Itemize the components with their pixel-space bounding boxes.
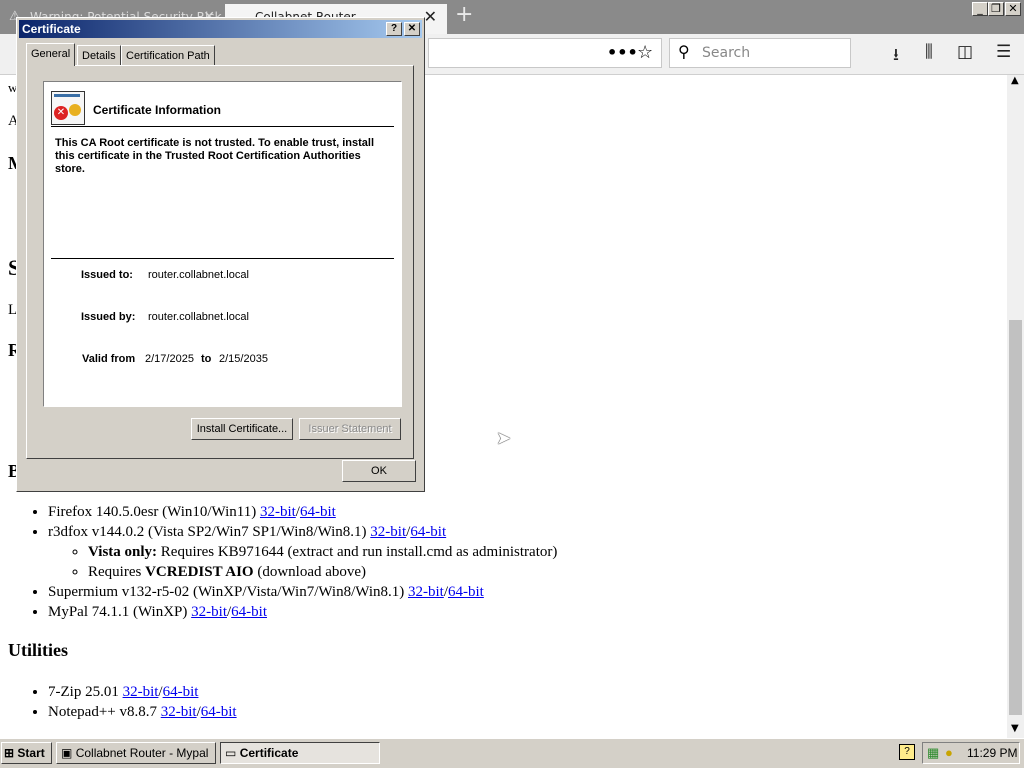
dialog-title-bar[interactable]: Certificate ? ✕ [19, 20, 422, 38]
download-32bit-link[interactable]: 32-bit [161, 704, 197, 720]
sidebar-icon[interactable]: ◫ [957, 42, 973, 62]
valid-from-label: Valid from [82, 353, 136, 365]
dialog-close-button[interactable]: ✕ [404, 22, 420, 36]
tab-general[interactable]: General [26, 43, 76, 66]
r3dfox-notes: Vista only: Requires KB971644 (extract a… [48, 542, 998, 582]
download-64bit-link[interactable]: 64-bit [163, 684, 199, 700]
utilities-list: 7-Zip 25.01 32-bit/64-bit Notepad++ v8.8… [8, 682, 998, 722]
taskbar-item-certificate[interactable]: ▭ Certificate [220, 742, 380, 764]
issued-to-value: router.collabnet.local [148, 269, 249, 281]
download-32bit-link[interactable]: 32-bit [370, 524, 406, 540]
valid-from-value: 2/17/2025 [145, 353, 194, 365]
scroll-down-icon[interactable]: ▼ [1011, 723, 1019, 734]
download-32bit-link[interactable]: 32-bit [191, 604, 227, 620]
scroll-thumb[interactable] [1009, 320, 1022, 715]
security-icon[interactable]: ● [945, 745, 953, 760]
search-input[interactable]: ⚲ Search [669, 38, 851, 68]
menu-icon[interactable]: ☰ [996, 42, 1011, 62]
close-icon[interactable]: ✕ [424, 4, 437, 30]
start-button[interactable]: ⊞ Start [1, 742, 52, 764]
download-32bit-link[interactable]: 32-bit [408, 584, 444, 600]
browser-icon: ▣ [61, 746, 73, 760]
list-item: Vista only: Requires KB971644 (extract a… [88, 542, 998, 562]
certificate-dialog: Certificate ? ✕ General Details Certific… [16, 17, 425, 492]
list-item: Notepad++ v8.8.7 32-bit/64-bit [48, 702, 998, 722]
new-tab-icon[interactable]: + [455, 2, 473, 27]
download-64bit-link[interactable]: 64-bit [201, 704, 237, 720]
install-certificate-button[interactable]: Install Certificate... [191, 418, 293, 440]
divider [51, 126, 394, 127]
page-scrollbar[interactable]: ▲ ▼ [1007, 75, 1024, 738]
download-icon[interactable]: ⭳ [893, 42, 899, 71]
download-64bit-link[interactable]: 64-bit [300, 504, 336, 520]
download-64bit-link[interactable]: 64-bit [448, 584, 484, 600]
windows-logo-icon: ⊞ [4, 746, 15, 760]
network-icon[interactable]: ▦ [927, 745, 939, 761]
list-item: 7-Zip 25.01 32-bit/64-bit [48, 682, 998, 702]
scroll-up-icon[interactable]: ▲ [1011, 75, 1019, 86]
address-bar[interactable]: ••• ☆ [428, 38, 662, 68]
list-item: Supermium v132-r5-02 (WinXP/Vista/Win7/W… [48, 582, 998, 602]
window-icon: ▭ [225, 746, 237, 760]
list-item: Firefox 140.5.0esr (Win10/Win11) 32-bit/… [48, 502, 998, 522]
certificate-info-title: Certificate Information [93, 103, 222, 117]
taskbar: ⊞ Start ▣ Collabnet Router - Mypal ▭ Cer… [0, 738, 1024, 768]
library-icon[interactable]: ⫼ [925, 42, 933, 62]
ok-button[interactable]: OK [342, 460, 416, 482]
utilities-heading: Utilities [8, 640, 68, 660]
valid-to-label: to [201, 353, 212, 365]
certificate-info-box: ✕ Certificate Information This CA Root c… [43, 81, 402, 407]
restore-icon[interactable]: ❐ [988, 2, 1004, 16]
browsers-list: Firefox 140.5.0esr (Win10/Win11) 32-bit/… [8, 502, 998, 622]
general-tab-panel: ✕ Certificate Information This CA Root c… [26, 65, 414, 459]
list-item: MyPal 74.1.1 (WinXP) 32-bit/64-bit [48, 602, 998, 622]
certificate-error-icon: ✕ [51, 91, 85, 125]
download-64bit-link[interactable]: 64-bit [410, 524, 446, 540]
mouse-cursor-icon: ➤ [496, 428, 512, 449]
browsers-list-section: Firefox 140.5.0esr (Win10/Win11) 32-bit/… [8, 502, 998, 622]
dialog-title: Certificate [22, 22, 81, 36]
list-item: r3dfox v144.0.2 (Vista SP2/Win7 SP1/Win8… [48, 522, 998, 582]
taskbar-item-mypal[interactable]: ▣ Collabnet Router - Mypal [56, 742, 216, 764]
download-32bit-link[interactable]: 32-bit [260, 504, 296, 520]
close-icon: ✕ [407, 23, 417, 34]
clock: 11:29 PM [967, 746, 1018, 760]
download-32bit-link[interactable]: 32-bit [123, 684, 159, 700]
help-tray-icon[interactable]: ? [899, 744, 915, 760]
system-tray: ▦ ● 11:29 PM [922, 742, 1020, 764]
list-item: Requires VCREDIST AIO (download above) [88, 562, 998, 582]
close-window-icon[interactable]: ✕ [1005, 2, 1021, 16]
issued-to-label: Issued to: [81, 269, 133, 281]
help-button[interactable]: ? [386, 22, 402, 36]
bookmark-star-icon[interactable]: ☆ [637, 42, 653, 63]
tab-certification-path[interactable]: Certification Path [121, 45, 215, 65]
page-actions-icon[interactable]: ••• [607, 43, 638, 62]
issuer-statement-button: Issuer Statement [299, 418, 401, 440]
download-64bit-link[interactable]: 64-bit [231, 604, 267, 620]
utilities-list-section: 7-Zip 25.01 32-bit/64-bit Notepad++ v8.8… [8, 682, 998, 722]
divider [51, 258, 394, 259]
trust-warning-text: This CA Root certificate is not trusted.… [55, 137, 375, 175]
tab-details[interactable]: Details [77, 45, 121, 65]
issued-by-value: router.collabnet.local [148, 311, 249, 323]
minimize-icon[interactable]: _ [972, 2, 988, 16]
valid-to-value: 2/15/2035 [219, 353, 268, 365]
search-icon: ⚲ [678, 42, 690, 61]
help-icon: ? [390, 23, 398, 34]
search-placeholder: Search [702, 45, 751, 61]
issued-by-label: Issued by: [81, 311, 136, 323]
